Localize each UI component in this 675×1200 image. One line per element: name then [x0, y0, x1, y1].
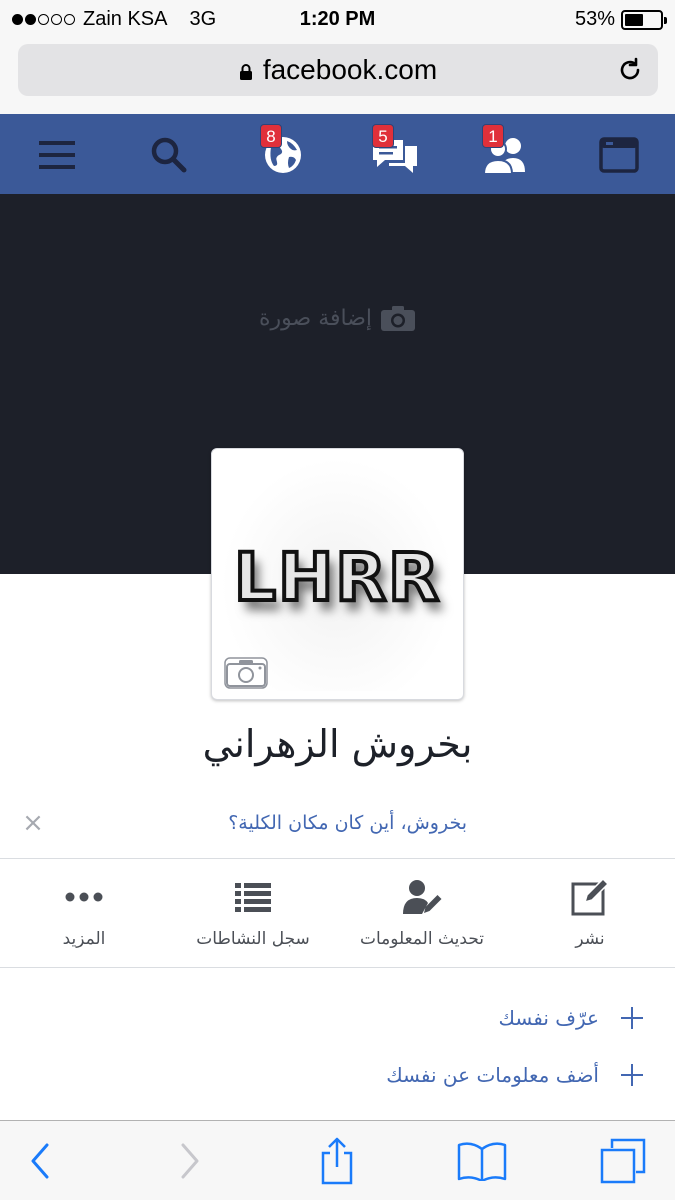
- reload-icon[interactable]: [616, 56, 644, 84]
- divider: [0, 967, 675, 968]
- add-info-link[interactable]: أضف معلومات عن نفسك: [386, 1055, 643, 1095]
- news-feed-button[interactable]: [594, 130, 644, 180]
- search-icon: [151, 137, 187, 173]
- update-info-label: تحديث المعلومات: [359, 929, 485, 949]
- battery-percent: 53%: [574, 8, 615, 30]
- more-label: المزيد: [62, 929, 106, 949]
- post-label: نشر: [575, 929, 605, 949]
- status-time: 1:20 PM: [299, 8, 376, 30]
- activity-log-label: سجل النشاطات: [196, 929, 310, 949]
- browser-address-area: facebook.com: [0, 38, 675, 114]
- profile-picture[interactable]: LHRR: [211, 448, 464, 700]
- post-button[interactable]: نشر: [510, 877, 670, 949]
- plus-icon: [621, 1007, 643, 1029]
- back-button[interactable]: [20, 1137, 60, 1185]
- friend-requests-button[interactable]: 1: [480, 124, 530, 180]
- camera-icon: [381, 306, 415, 331]
- tabs-button[interactable]: [598, 1137, 648, 1185]
- news-feed-icon: [599, 137, 639, 173]
- address-bar[interactable]: facebook.com: [18, 44, 658, 96]
- edit-profile-icon: [403, 880, 442, 914]
- profile-actions: نشر تحديث المعلومات سجل النشاطات المزيد: [0, 859, 675, 967]
- bookmarks-book-icon: [457, 1142, 507, 1181]
- compose-icon: [571, 878, 609, 916]
- education-prompt: بخروش، أين كان مكان الكلية؟ ×: [0, 796, 675, 858]
- forward-button[interactable]: [170, 1137, 210, 1185]
- add-photo-label: إضافة صورة: [259, 306, 372, 331]
- facebook-nav-bar: 8 5 1: [0, 114, 675, 194]
- friend-requests-badge: 1: [482, 124, 504, 148]
- tabs-icon: [600, 1138, 646, 1184]
- menu-button[interactable]: [32, 130, 82, 180]
- notifications-button[interactable]: 8: [258, 124, 308, 180]
- more-dots-icon: [65, 892, 103, 902]
- share-button[interactable]: [312, 1137, 362, 1185]
- url-text[interactable]: facebook.com: [263, 54, 437, 85]
- dismiss-prompt-close-icon[interactable]: ×: [20, 810, 46, 836]
- chevron-right-icon: [181, 1143, 199, 1179]
- lock-icon: [239, 64, 252, 80]
- bookmarks-button[interactable]: [454, 1137, 510, 1185]
- introduce-yourself-link[interactable]: عرّف نفسك: [499, 998, 643, 1038]
- status-right: 53%: [574, 8, 667, 31]
- messages-button[interactable]: 5: [370, 124, 420, 180]
- profile-picture-image: LHRR: [220, 457, 455, 691]
- battery-icon: [621, 9, 667, 30]
- share-icon: [321, 1137, 353, 1185]
- about-item-label: عرّف نفسك: [498, 1006, 599, 1030]
- plus-icon: [621, 1064, 643, 1086]
- list-icon: [235, 883, 271, 912]
- profile-name: بخروش الزهراني: [202, 722, 473, 766]
- chevron-left-icon: [31, 1143, 49, 1179]
- status-bar: Zain KSA 3G 1:20 PM 53%: [0, 0, 675, 38]
- notifications-badge: 8: [260, 124, 282, 148]
- more-button[interactable]: المزيد: [4, 877, 164, 949]
- messages-badge: 5: [372, 124, 394, 148]
- update-info-button[interactable]: تحديث المعلومات: [342, 877, 502, 949]
- change-profile-picture-camera-icon[interactable]: [224, 657, 268, 689]
- browser-toolbar: [0, 1120, 675, 1200]
- profile-picture-logo-text: LHRR: [232, 537, 441, 618]
- search-button[interactable]: [144, 130, 194, 180]
- add-cover-photo-button[interactable]: إضافة صورة: [0, 306, 675, 332]
- activity-log-button[interactable]: سجل النشاطات: [173, 877, 333, 949]
- about-item-label: أضف معلومات عن نفسك: [386, 1063, 599, 1087]
- education-prompt-link[interactable]: بخروش، أين كان مكان الكلية؟: [228, 812, 467, 834]
- menu-icon: [39, 141, 75, 169]
